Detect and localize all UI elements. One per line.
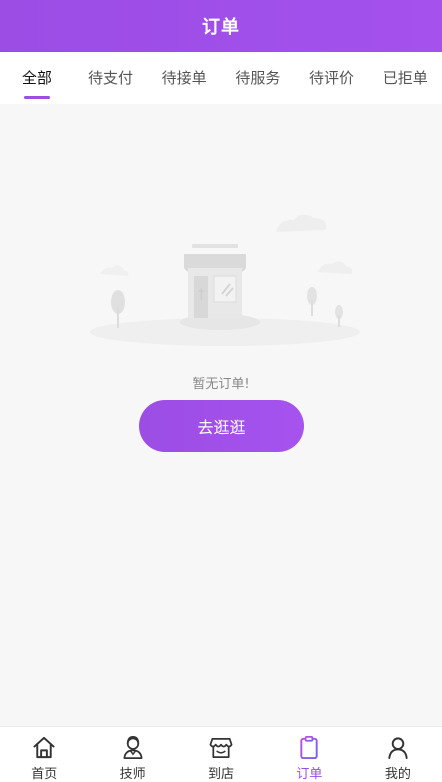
tab-label: 待服务 — [235, 69, 281, 87]
tab-label: 已拒单 — [382, 69, 428, 87]
tab-pending-review[interactable]: 待评价 — [295, 52, 369, 104]
tabbar-item-home[interactable]: 首页 — [0, 727, 88, 782]
tabbar-item-order[interactable]: 订单 — [265, 727, 353, 782]
tabbar-label: 订单 — [296, 767, 323, 782]
tabbar-label: 到店 — [208, 767, 235, 782]
tabbar-label: 我的 — [384, 767, 411, 782]
bottom-tabbar: 首页 技师 到店 订单 我的 — [0, 726, 442, 782]
tab-pending-service[interactable]: 待服务 — [221, 52, 295, 104]
page-title: 订单 — [202, 17, 240, 38]
order-list-area: 暂无订单! 去逛逛 — [0, 104, 442, 726]
profile-icon — [388, 737, 408, 760]
tab-rejected[interactable]: 已拒单 — [368, 52, 442, 104]
tab-label: 全部 — [21, 69, 52, 87]
browse-button[interactable]: 去逛逛 — [139, 400, 304, 452]
order-status-tabs: 全部 待支付 待接单 待服务 待评价 已拒单 — [0, 52, 442, 104]
home-icon — [33, 736, 55, 759]
app-root: 订单 全部 待支付 待接单 待服务 待评价 已拒单 暂无订单! 去逛逛 首页 技… — [0, 0, 442, 782]
tab-label: 待支付 — [88, 69, 134, 87]
tab-label: 待接单 — [161, 69, 207, 87]
tab-pending-payment[interactable]: 待支付 — [74, 52, 148, 104]
tabbar-label: 首页 — [31, 767, 58, 782]
tabbar-item-profile[interactable]: 我的 — [354, 727, 442, 782]
tab-label: 待评价 — [309, 69, 355, 87]
empty-store-icon — [90, 214, 360, 346]
tabbar-item-store[interactable]: 到店 — [177, 727, 265, 782]
tabbar-item-technician[interactable]: 技师 — [88, 727, 176, 782]
store-icon — [209, 737, 233, 758]
order-icon — [300, 736, 319, 760]
tab-all[interactable]: 全部 — [0, 52, 74, 104]
top-header: 订单 — [0, 0, 442, 52]
tab-pending-accept[interactable]: 待接单 — [147, 52, 221, 104]
tabbar-label: 技师 — [119, 767, 146, 782]
technician-icon — [123, 736, 143, 759]
empty-message: 暂无订单! — [192, 377, 250, 392]
